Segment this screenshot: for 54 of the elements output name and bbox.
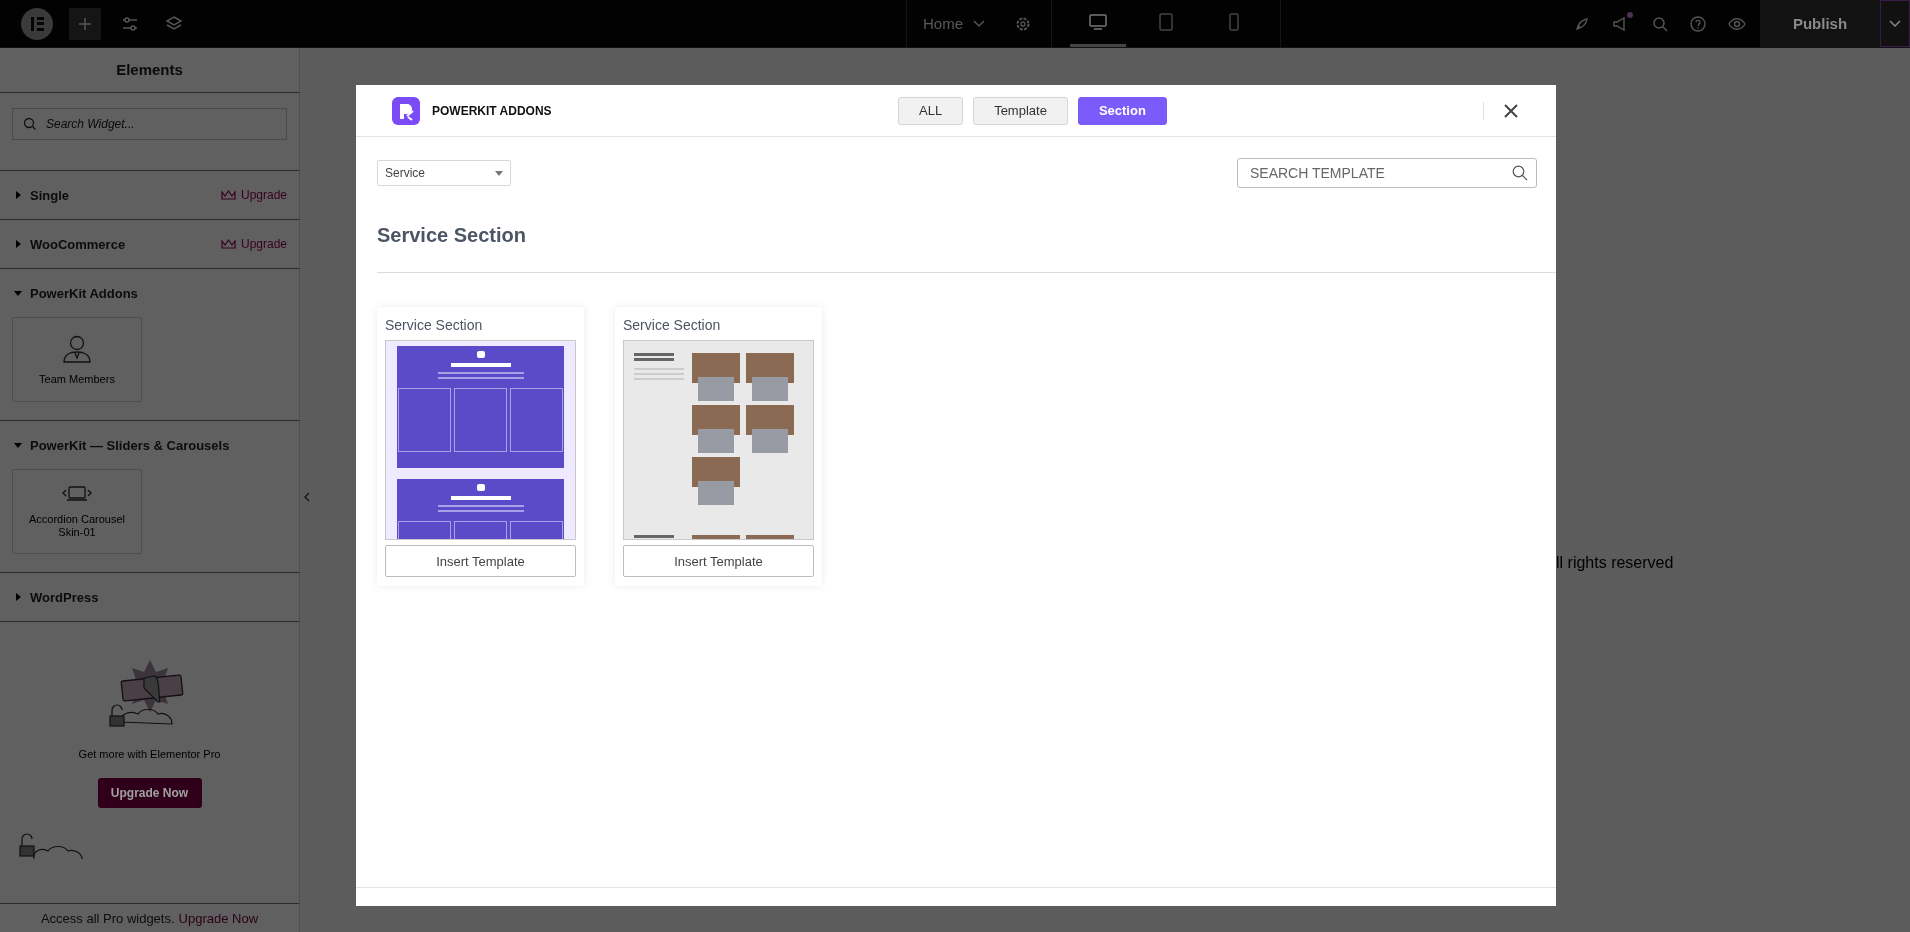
collapse-panel-icon[interactable] — [304, 492, 310, 502]
search-icon[interactable] — [1652, 15, 1668, 32]
caret-down-icon — [14, 289, 22, 297]
category-header[interactable]: Single Upgrade — [0, 171, 299, 219]
eye-icon[interactable] — [1728, 16, 1746, 31]
widget-tile[interactable]: Accordion Carousel Skin-01 — [12, 469, 142, 554]
insert-template-button[interactable]: Insert Template — [385, 545, 576, 577]
category-dropdown[interactable]: Service — [377, 160, 511, 186]
promo-text: Get more with Elementor Pro — [78, 748, 221, 760]
filter-tab[interactable]: Section — [1077, 96, 1167, 125]
insert-template-button[interactable]: Insert Template — [623, 545, 814, 577]
copyright-text: ll rights reserved — [1556, 554, 1675, 572]
brand-name: POWERKIT ADDONS — [432, 103, 552, 118]
publish-options-button[interactable] — [1880, 0, 1910, 47]
laptop-code-icon — [62, 485, 92, 504]
crown-icon — [220, 239, 236, 249]
add-icon[interactable] — [69, 7, 101, 40]
category-header[interactable]: WordPress — [0, 573, 299, 621]
caret-right-icon — [14, 593, 22, 601]
template-title: Service Section — [385, 317, 484, 333]
section-title: Service Section — [377, 224, 1556, 273]
dropdown-arrow-icon — [495, 170, 503, 176]
category-header[interactable]: WooCommerce Upgrade — [0, 220, 299, 268]
page-menu[interactable]: Home — [906, 0, 1005, 47]
search-icon — [23, 117, 37, 131]
chevron-down-icon — [973, 19, 985, 28]
layers-icon[interactable] — [165, 14, 183, 33]
template-title: Service Section — [623, 317, 722, 333]
elementor-logo-icon[interactable] — [21, 7, 53, 40]
megaphone-icon[interactable] — [1612, 14, 1630, 33]
template-search-field[interactable]: SEARCH TEMPLATE — [1237, 158, 1537, 188]
settings-sliders-icon[interactable] — [121, 14, 139, 33]
category-header[interactable]: PowerKit — Sliders & Carousels — [0, 421, 299, 469]
person-icon — [62, 333, 92, 364]
search-icon — [1512, 165, 1528, 181]
publish-button[interactable]: Publish — [1760, 0, 1880, 47]
panel-title: Elements — [0, 48, 299, 93]
crown-icon — [220, 190, 236, 200]
caret-down-icon — [14, 441, 22, 449]
widget-tile[interactable]: Team Members — [12, 317, 142, 402]
chevron-down-icon — [1889, 19, 1901, 28]
filter-tab[interactable]: ALL — [898, 96, 964, 125]
category-header[interactable]: PowerKit Addons — [0, 269, 299, 317]
caret-right-icon — [14, 240, 22, 248]
footer-text: Access all Pro widgets. — [40, 910, 175, 926]
upgrade-now-button[interactable]: Upgrade Now — [97, 778, 202, 808]
settings-icon[interactable] — [1015, 15, 1031, 32]
caret-right-icon — [14, 191, 22, 199]
powerkit-logo-icon — [392, 96, 420, 125]
help-icon[interactable] — [1690, 15, 1706, 32]
close-icon[interactable] — [1504, 103, 1518, 118]
upgrade-now-link[interactable]: Upgrade Now — [178, 910, 259, 926]
filter-tab[interactable]: Template — [973, 96, 1068, 125]
search-field[interactable]: Search Widget... — [12, 108, 287, 140]
